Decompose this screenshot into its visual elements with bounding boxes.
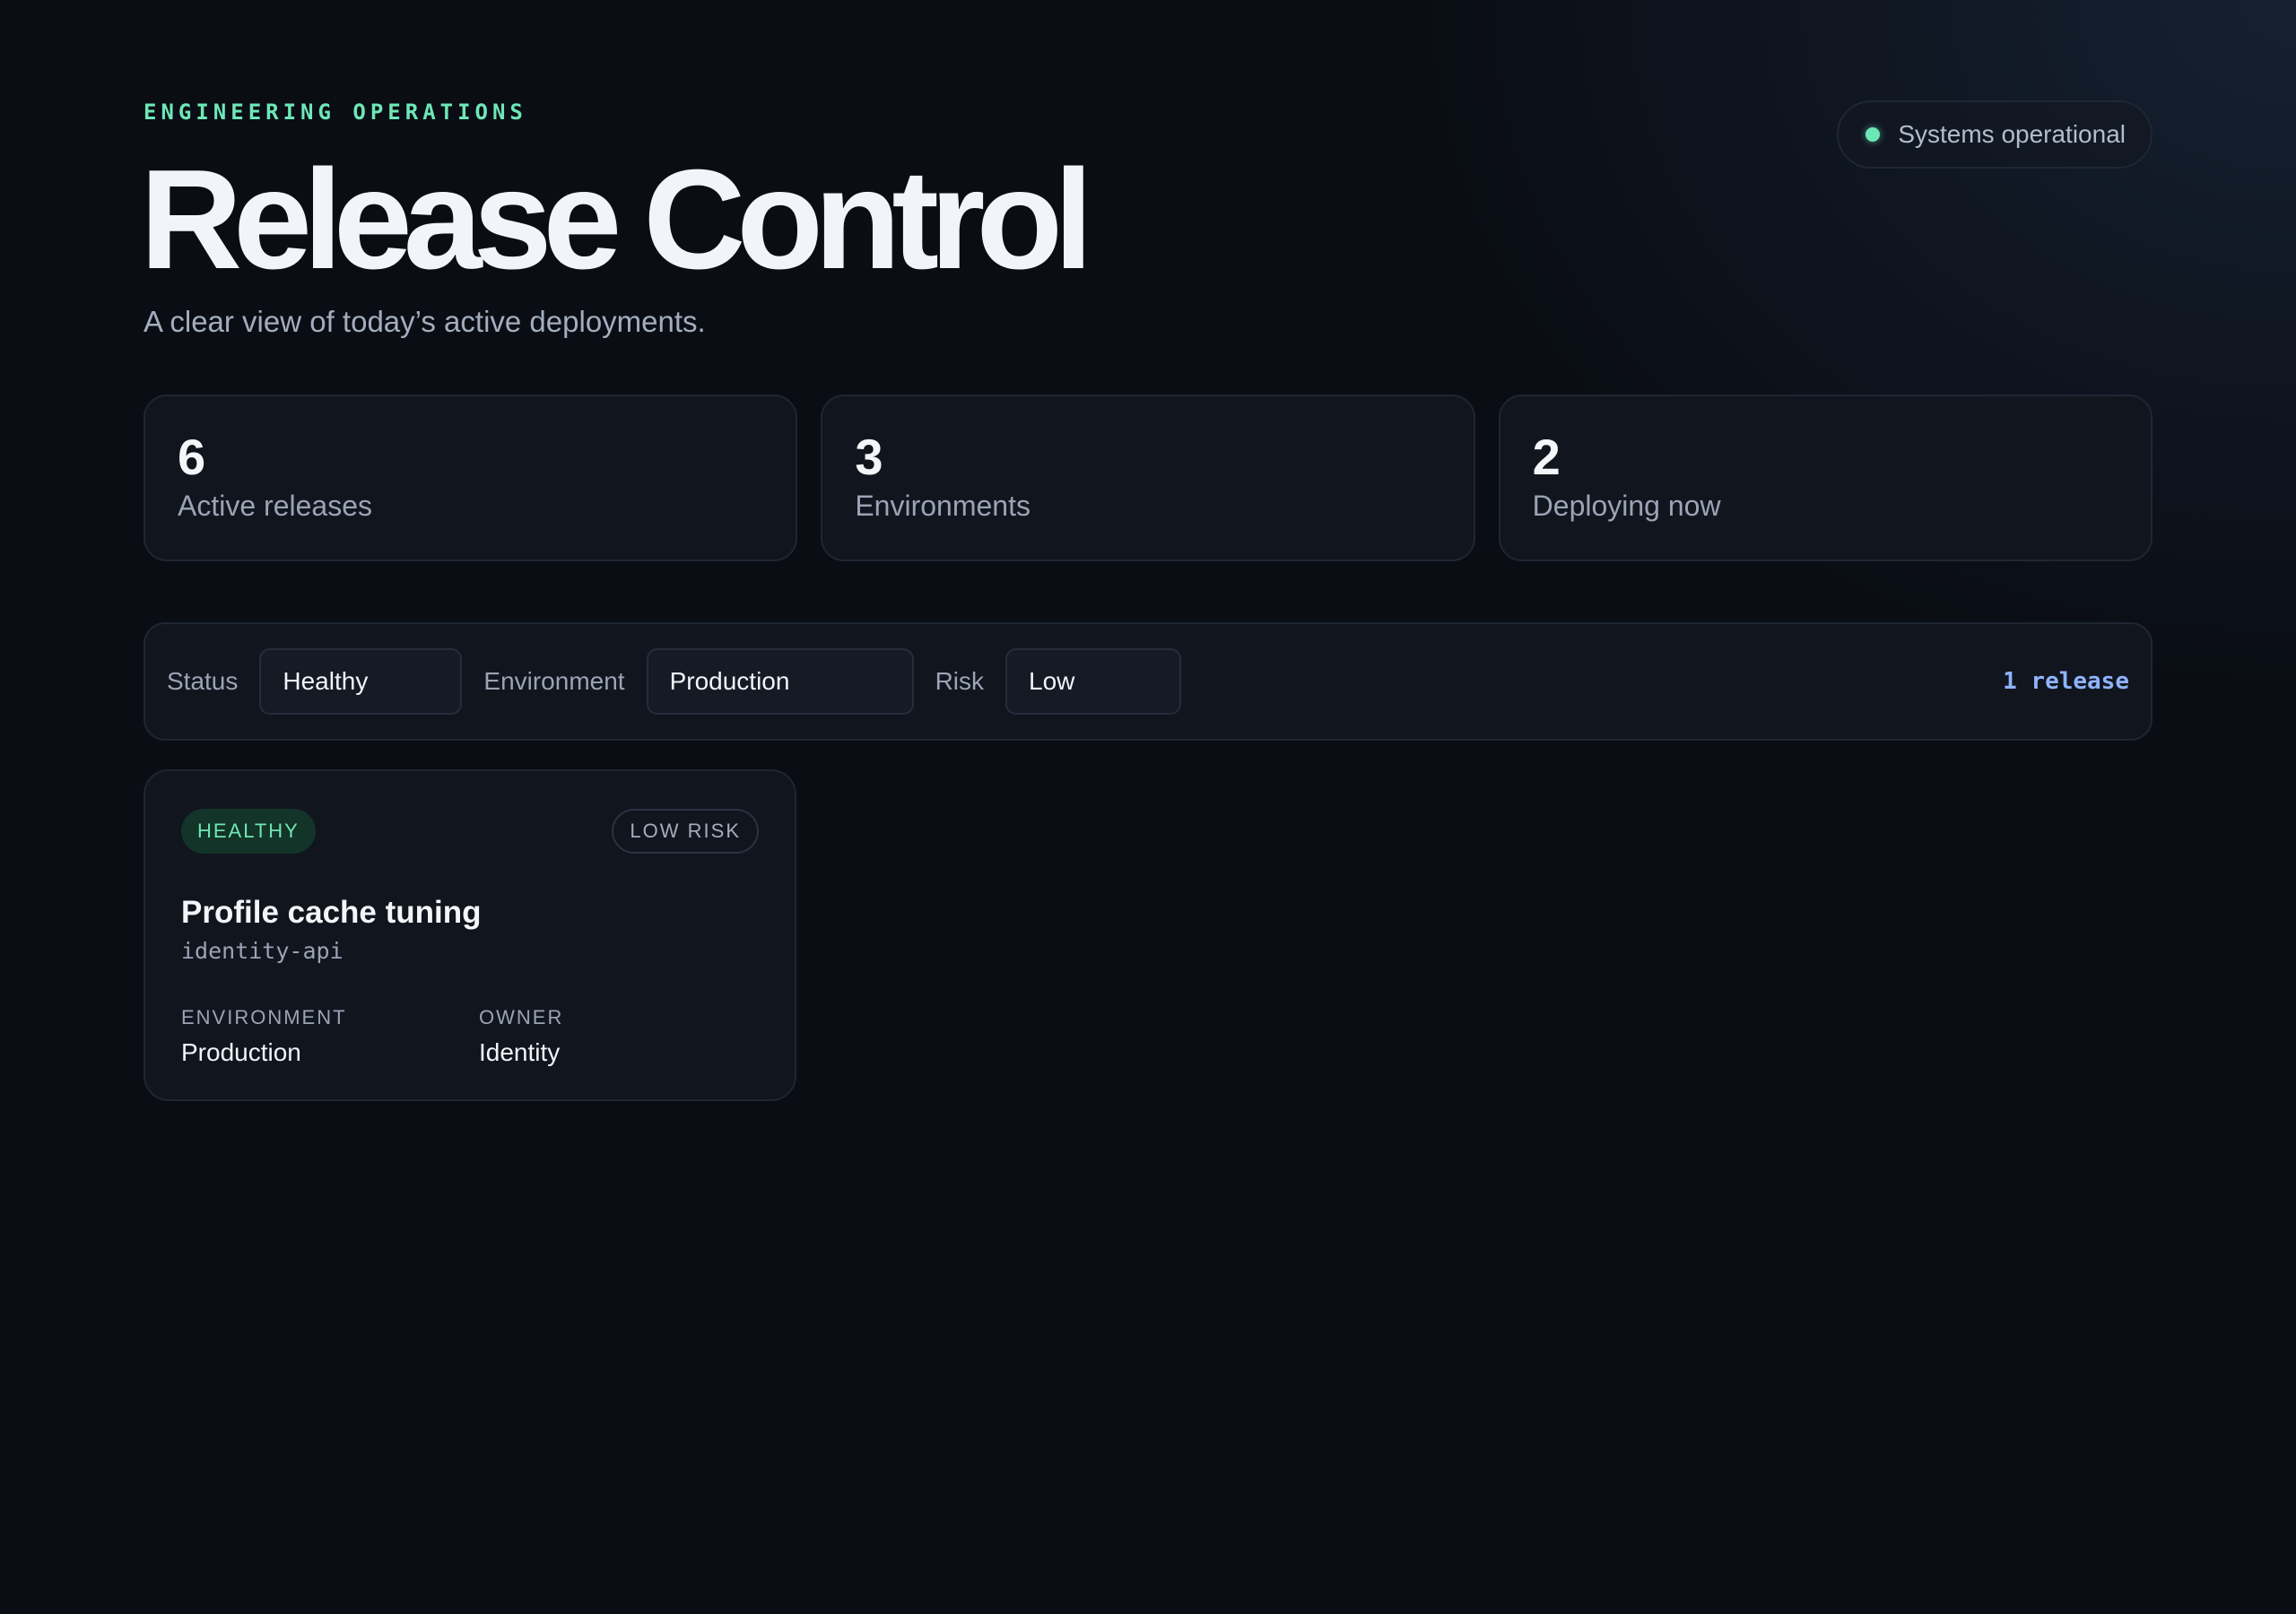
release-environment: ENVIRONMENT Production — [181, 1006, 347, 1067]
stat-label: Active releases — [178, 490, 372, 522]
environment-label: ENVIRONMENT — [181, 1006, 347, 1028]
stat-label: Environments — [855, 490, 1031, 522]
risk-badge: LOW RISK — [612, 809, 759, 854]
stat-value: 6 — [178, 429, 206, 485]
release-name: Profile cache tuning — [181, 895, 482, 930]
risk-filter-select[interactable]: Low — [1005, 648, 1182, 715]
eyebrow-label: ENGINEERING OPERATIONS — [144, 100, 527, 125]
stats-row: 6 Active releases 3 Environments 2 Deplo… — [144, 395, 2152, 561]
status-badge: HEALTHY — [181, 809, 316, 854]
owner-label: OWNER — [479, 1006, 564, 1028]
risk-filter-label: Risk — [935, 667, 985, 695]
status-filter-label: Status — [167, 667, 239, 695]
release-service: identity-api — [181, 938, 344, 964]
release-card[interactable]: HEALTHY LOW RISK Profile cache tuning id… — [144, 769, 796, 1101]
environment-value: Production — [181, 1038, 301, 1066]
status-dot-icon — [1866, 127, 1881, 142]
stat-label: Deploying now — [1532, 490, 1721, 522]
owner-value: Identity — [479, 1038, 561, 1066]
stat-value: 2 — [1532, 429, 1561, 485]
filter-bar: Status Healthy Environment Production Ri… — [144, 622, 2152, 741]
system-status-badge: Systems operational — [1837, 100, 2152, 169]
page-title: Release Control — [140, 141, 1093, 299]
release-owner: OWNER Identity — [479, 1006, 563, 1067]
stat-card-active-releases: 6 Active releases — [144, 395, 798, 561]
page-subtitle: A clear view of today’s active deploymen… — [144, 305, 706, 338]
environment-filter-select[interactable]: Production — [646, 648, 914, 715]
system-status-label: Systems operational — [1898, 120, 2126, 148]
stat-value: 3 — [855, 429, 883, 485]
stat-card-deploying-now: 2 Deploying now — [1498, 395, 2152, 561]
environment-filter-label: Environment — [483, 667, 625, 695]
result-count: 1 release — [2003, 668, 2129, 695]
stat-card-environments: 3 Environments — [821, 395, 1475, 561]
page: ENGINEERING OPERATIONS Release Control A… — [140, 0, 2152, 1614]
status-filter-select[interactable]: Healthy — [259, 648, 463, 715]
